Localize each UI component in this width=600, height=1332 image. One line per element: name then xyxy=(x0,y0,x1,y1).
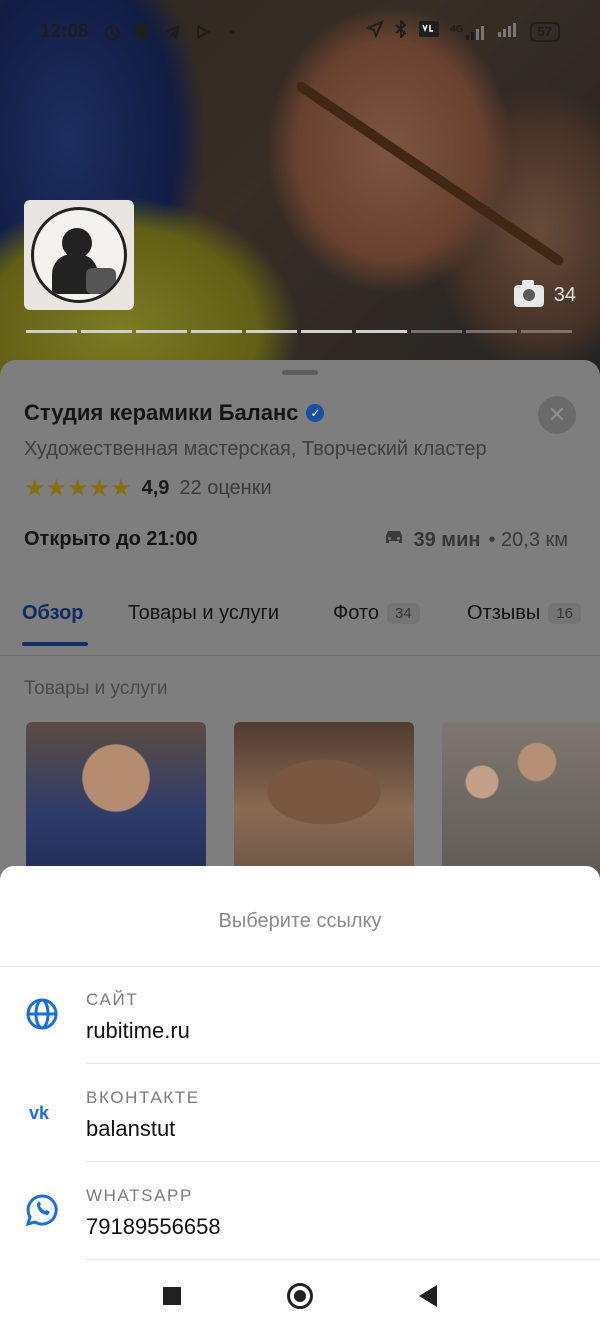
progress-segment xyxy=(301,330,352,333)
progress-segment xyxy=(26,330,77,333)
signal-2-icon xyxy=(497,21,520,43)
link-label: ВКОНТАКТЕ xyxy=(86,1088,200,1107)
camera-icon xyxy=(513,279,544,307)
sheet-title: Выберите ссылку xyxy=(218,910,382,932)
link-chooser-sheet: Выберите ссылку САЙТ rubitime.ru vk ВКОН… xyxy=(0,866,600,1332)
dot-icon xyxy=(223,23,241,41)
studio-logo-image xyxy=(31,207,127,303)
signal-icon: 4G xyxy=(450,24,487,40)
progress-segment xyxy=(246,330,297,333)
status-time: 12:08 xyxy=(40,21,89,42)
link-value: rubitime.ru xyxy=(86,1018,190,1043)
progress-segment xyxy=(356,330,407,333)
link-label: САЙТ xyxy=(86,990,139,1009)
link-whatsapp[interactable]: WHATSAPP 79189556658 xyxy=(0,1162,600,1260)
link-label: WHATSAPP xyxy=(86,1186,193,1205)
whatsapp-icon xyxy=(24,1192,60,1228)
globe-icon xyxy=(24,996,60,1032)
shield-icon xyxy=(133,23,151,41)
progress-segment xyxy=(81,330,132,333)
photo-count-value: 34 xyxy=(553,284,576,306)
link-value: 79189556658 xyxy=(86,1214,221,1239)
svg-text:vk: vk xyxy=(29,1103,50,1123)
play-icon xyxy=(193,23,211,41)
progress-segment xyxy=(521,330,572,333)
photo-count[interactable]: 34 xyxy=(513,279,576,307)
progress-segment xyxy=(466,330,517,333)
hero-photo[interactable]: 12:08 4G 57 34 xyxy=(0,0,600,380)
alarm-icon xyxy=(103,23,121,41)
studio-logo xyxy=(24,200,134,310)
progress-segment xyxy=(191,330,242,333)
progress-segment xyxy=(411,330,462,333)
link-vkontakte[interactable]: vk ВКОНТАКТЕ balanstut xyxy=(0,1064,600,1162)
bluetooth-icon xyxy=(394,18,408,44)
back-button[interactable] xyxy=(419,1285,437,1307)
progress-segment xyxy=(136,330,187,333)
telegram-icon xyxy=(163,23,181,41)
status-bar: 12:08 4G 57 xyxy=(0,0,600,64)
recents-button[interactable] xyxy=(163,1287,181,1305)
battery-indicator: 57 xyxy=(529,22,560,42)
photo-progress xyxy=(26,330,572,333)
network-type: 4G xyxy=(450,24,464,35)
link-website[interactable]: САЙТ rubitime.ru xyxy=(0,966,600,1064)
system-navbar xyxy=(0,1260,600,1332)
location-icon xyxy=(365,20,385,44)
link-value: balanstut xyxy=(86,1116,176,1141)
volte-icon xyxy=(418,20,440,44)
vk-icon: vk xyxy=(24,1094,60,1130)
home-button[interactable] xyxy=(287,1283,313,1309)
sheet-scrim[interactable] xyxy=(0,360,600,866)
status-right: 4G 57 xyxy=(365,18,560,44)
